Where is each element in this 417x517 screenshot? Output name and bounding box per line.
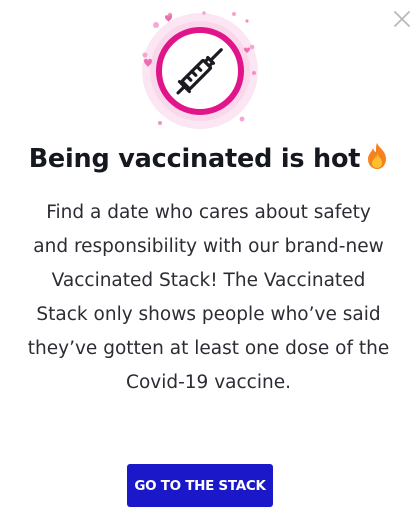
fire-icon bbox=[368, 143, 387, 169]
modal-title: Being vaccinated is hot bbox=[0, 142, 417, 174]
close-icon[interactable] bbox=[392, 9, 412, 29]
modal-title-text: Being vaccinated is hot bbox=[28, 144, 361, 174]
description-line: Vaccinated Stack! The Vaccinated bbox=[51, 270, 366, 291]
description-line: they’ve gotten at least one dose of the bbox=[27, 338, 390, 359]
vaccinated-stack-modal: Being vaccinated is hot Find a date who … bbox=[0, 0, 417, 517]
description-line: Stack only shows people who’ve said bbox=[36, 304, 381, 325]
modal-description: Find a date who cares about safety and r… bbox=[0, 196, 417, 400]
description-line: and responsibility with our brand-new bbox=[33, 236, 384, 257]
go-to-stack-button[interactable]: GO TO THE STACK bbox=[127, 464, 273, 507]
description-line: Covid-19 vaccine. bbox=[126, 372, 291, 393]
vaccine-badge bbox=[142, 11, 258, 129]
description-line: Find a date who cares about safety bbox=[46, 202, 371, 223]
